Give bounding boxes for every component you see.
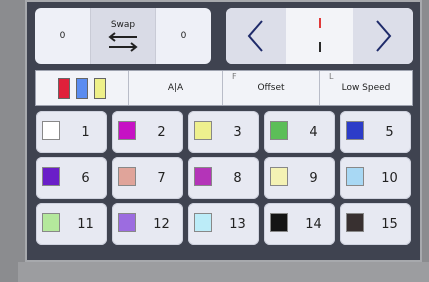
speed-label: Low Speed	[341, 83, 391, 93]
color-swatch	[194, 213, 212, 232]
color-number: 11	[77, 216, 94, 232]
color-number: 4	[309, 124, 318, 140]
color-button-13[interactable]: 13	[188, 203, 259, 245]
navigation-panel	[226, 8, 413, 64]
touch-screen: 0 Swap 0 A|A F Offset L Low Speed 1 2 3 …	[25, 0, 422, 262]
offset-prefix: F	[232, 72, 237, 81]
current-color-swatch	[58, 77, 70, 99]
offset-label: Offset	[257, 83, 285, 93]
color-grid: 1 2 3 4 5 6 7 8 9 10 11 12 13 14 15	[36, 111, 413, 247]
color-swatch	[118, 213, 136, 232]
color-swatch	[270, 121, 288, 140]
color-button-15[interactable]: 15	[340, 203, 411, 245]
color-number: 3	[233, 124, 242, 140]
speed-button[interactable]: L Low Speed	[320, 71, 412, 105]
color-button-8[interactable]: 8	[188, 157, 259, 199]
position-marker-top	[318, 18, 321, 28]
color-swatch	[194, 121, 212, 140]
color-swatch	[194, 167, 212, 186]
device-frame-bottom	[18, 262, 429, 282]
position-indicator	[286, 8, 353, 64]
color-swatch	[346, 121, 364, 140]
current-color-swatch	[76, 77, 88, 99]
swap-arrows-icon	[108, 32, 138, 52]
color-number: 2	[157, 124, 166, 140]
color-button-10[interactable]: 10	[340, 157, 411, 199]
color-swatch	[346, 167, 364, 186]
color-button-12[interactable]: 12	[112, 203, 183, 245]
color-button-11[interactable]: 11	[36, 203, 107, 245]
color-swatch	[118, 167, 136, 186]
color-button-7[interactable]: 7	[112, 157, 183, 199]
color-number: 9	[309, 170, 318, 186]
color-number: 1	[81, 124, 90, 140]
color-swatch	[346, 213, 364, 232]
color-swatch	[118, 121, 136, 140]
color-button-2[interactable]: 2	[112, 111, 183, 153]
color-swatch	[42, 213, 60, 232]
next-button[interactable]	[353, 8, 413, 64]
color-number: 5	[385, 124, 394, 140]
color-number: 10	[381, 170, 398, 186]
chevron-left-icon	[247, 20, 263, 52]
swap-button[interactable]: Swap	[90, 8, 156, 64]
swap-left-value[interactable]: 0	[35, 8, 90, 64]
color-swatch	[42, 167, 60, 186]
offset-button[interactable]: F Offset	[223, 71, 320, 105]
current-color-swatch	[94, 77, 106, 99]
color-number: 13	[229, 216, 246, 232]
color-button-6[interactable]: 6	[36, 157, 107, 199]
speed-prefix: L	[329, 72, 334, 81]
color-number: 12	[153, 216, 170, 232]
color-button-9[interactable]: 9	[264, 157, 335, 199]
mode-label: A|A	[167, 83, 184, 93]
color-swatch	[270, 167, 288, 186]
position-marker-bottom	[318, 42, 321, 52]
color-button-4[interactable]: 4	[264, 111, 335, 153]
color-number: 14	[305, 216, 322, 232]
previous-button[interactable]	[226, 8, 286, 64]
current-colors-button[interactable]	[36, 71, 129, 105]
chevron-right-icon	[376, 20, 392, 52]
mode-button[interactable]: A|A	[129, 71, 223, 105]
swap-label: Swap	[110, 20, 136, 30]
swap-right-value[interactable]: 0	[156, 8, 211, 64]
color-number: 8	[233, 170, 242, 186]
color-number: 6	[81, 170, 90, 186]
color-number: 7	[157, 170, 166, 186]
color-button-14[interactable]: 14	[264, 203, 335, 245]
color-button-1[interactable]: 1	[36, 111, 107, 153]
settings-bar: A|A F Offset L Low Speed	[35, 70, 413, 106]
color-number: 15	[381, 216, 398, 232]
color-swatch	[42, 121, 60, 140]
color-swatch	[270, 213, 288, 232]
color-button-5[interactable]: 5	[340, 111, 411, 153]
swap-panel: 0 Swap 0	[35, 8, 211, 64]
color-button-3[interactable]: 3	[188, 111, 259, 153]
